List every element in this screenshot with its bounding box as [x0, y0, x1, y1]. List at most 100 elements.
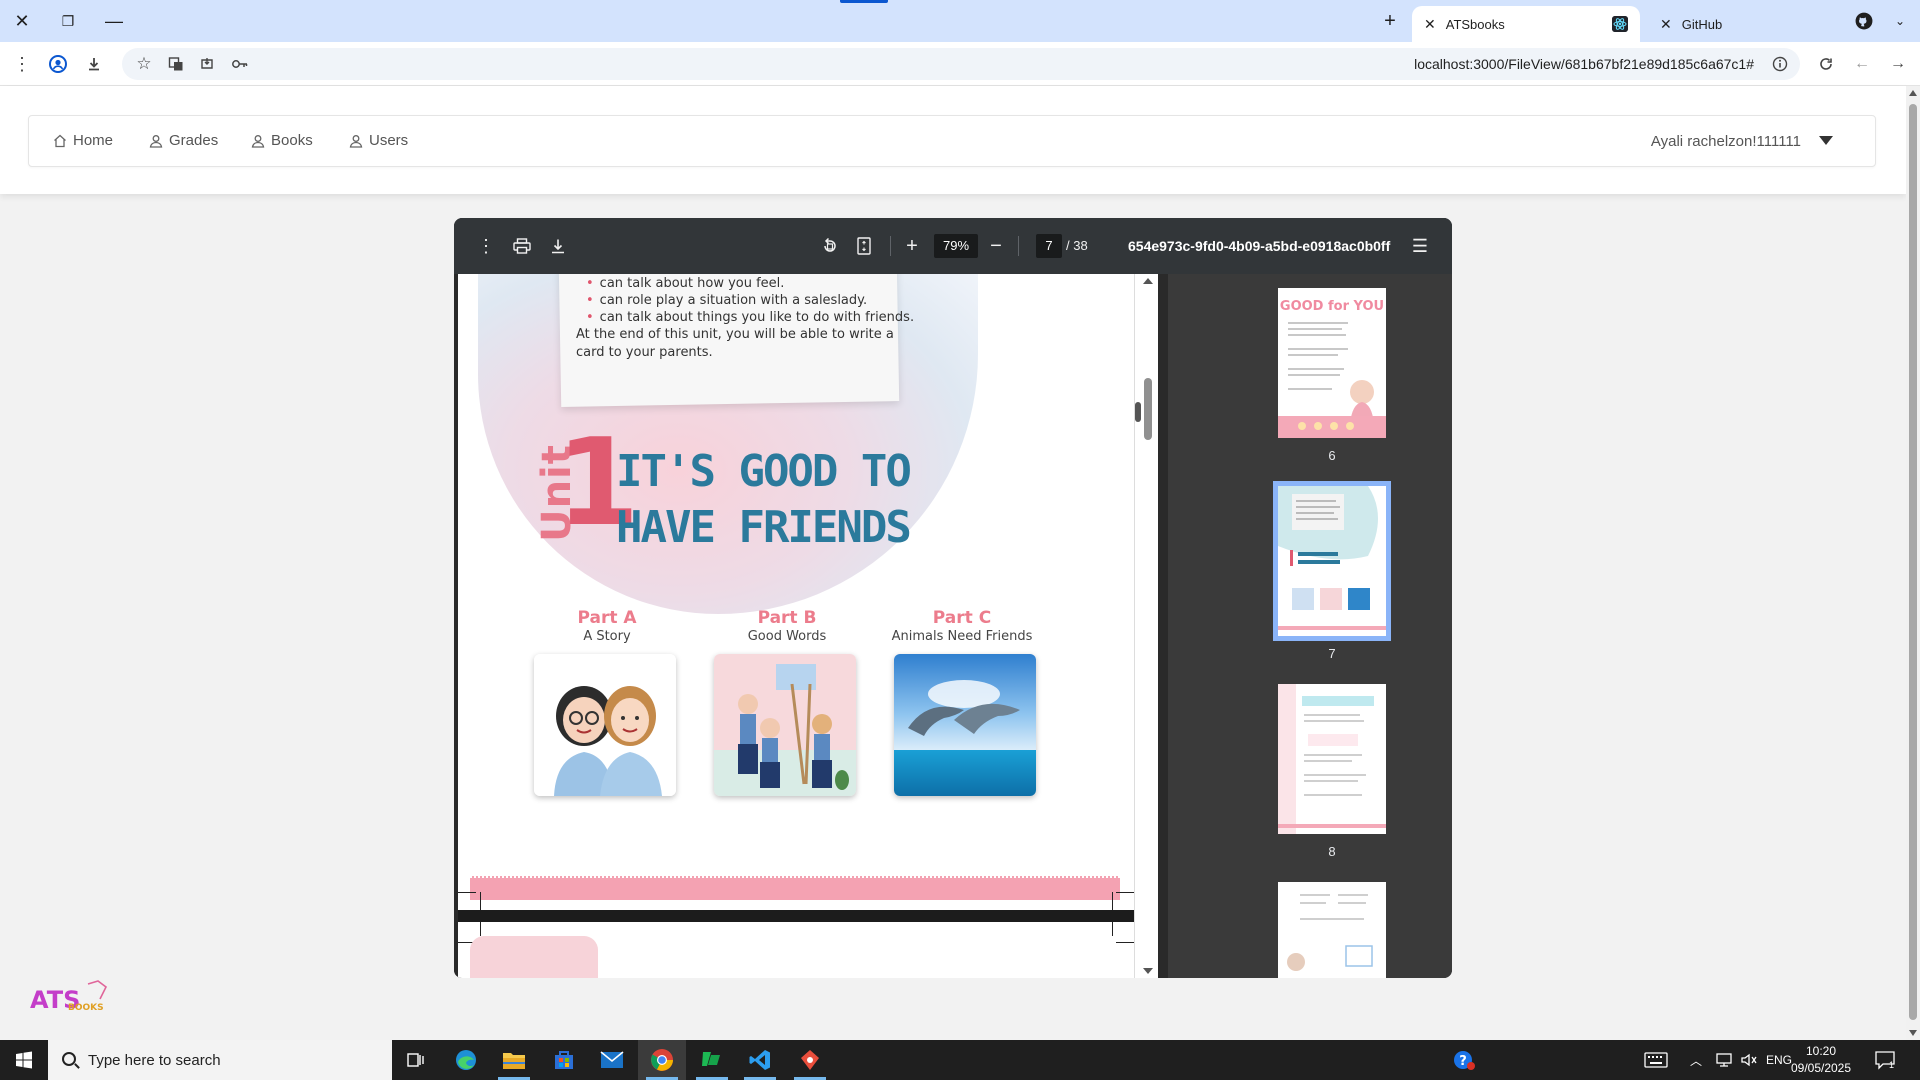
show-hidden-icons-chevron-icon[interactable]: ︿ [1690, 1040, 1702, 1080]
menu-kebab-icon[interactable]: ⋮ [8, 50, 36, 78]
terminal-app-icon[interactable] [688, 1040, 736, 1080]
forward-arrow-icon[interactable]: → [1884, 50, 1912, 78]
part-subtitle: Animals Need Friends [891, 629, 1033, 644]
nav-books[interactable]: Books [251, 132, 313, 149]
page-thumbnail[interactable] [1278, 684, 1386, 834]
part-c-heading: Part C Animals Need Friends [882, 608, 1042, 644]
vscode-icon[interactable] [736, 1040, 784, 1080]
doc-scroll-thumb-inner[interactable] [1135, 402, 1141, 422]
download-icon[interactable] [80, 50, 108, 78]
part-title: Part C [932, 608, 992, 628]
password-key-icon[interactable] [226, 50, 254, 78]
page-scrollbar[interactable] [1906, 86, 1920, 1040]
zoom-in-icon[interactable]: + [900, 234, 924, 258]
next-page-decoration [470, 936, 598, 978]
sidebar-toggle-icon[interactable]: ☰ [1408, 234, 1432, 258]
user-icon [149, 134, 163, 148]
profile-icon[interactable] [44, 50, 72, 78]
reload-icon[interactable] [1812, 50, 1840, 78]
fit-page-icon[interactable] [852, 234, 876, 258]
close-window-icon[interactable]: ✕ [8, 8, 36, 34]
user-name[interactable]: Ayali rachelzon!111111 [1651, 133, 1801, 150]
zoom-input[interactable]: 79% [934, 234, 978, 258]
chrome-icon[interactable] [638, 1040, 686, 1080]
taskbar-clock[interactable]: 10:20 09/05/2025 [1786, 1043, 1856, 1077]
edge-browser-icon[interactable] [442, 1040, 490, 1080]
pdf-page-next [458, 922, 1134, 978]
tab-atsbooks[interactable]: ✕ ATSbooks [1412, 6, 1640, 42]
tab-title: ATSbooks [1445, 16, 1505, 32]
notifications-icon[interactable]: 1 [1874, 1040, 1901, 1080]
keyboard-icon[interactable] [1632, 1040, 1680, 1080]
document-area[interactable]: • can talk about how you feel. • can role … [454, 274, 1134, 978]
address-bar[interactable]: ☆ localhost:3000/FileView/681b67bf21e89d… [122, 48, 1800, 80]
zoom-out-icon[interactable]: − [984, 234, 1008, 258]
windows-taskbar: Type here to search ? ︿ ENG 10:20 09/05/… [0, 1040, 1920, 1080]
doc-scroll-thumb[interactable] [1144, 378, 1152, 440]
github-icon[interactable] [1850, 8, 1878, 34]
more-options-icon[interactable]: ⋮ [474, 234, 498, 258]
minimize-window-icon[interactable]: — [100, 8, 128, 34]
taskbar-search-box[interactable]: Type here to search [48, 1040, 392, 1080]
close-tab-icon[interactable]: ✕ [1424, 16, 1436, 33]
clock-date: 09/05/2025 [1790, 1061, 1852, 1075]
document-title: 654e973c-9fd0-4b09-a5bd-e0918ac0b0ff [1128, 238, 1391, 254]
download-icon[interactable] [546, 234, 570, 258]
crop-mark [1116, 942, 1134, 943]
scroll-up-icon[interactable] [1143, 278, 1153, 284]
tab-search-chevron-icon[interactable]: ⌄ [1886, 8, 1914, 34]
crop-mark [458, 892, 476, 893]
windows-start-icon[interactable] [0, 1040, 48, 1080]
thumbnail-heading: GOOD for YOU [1280, 299, 1384, 314]
file-explorer-icon[interactable] [490, 1040, 538, 1080]
document-scrollbar[interactable] [1134, 274, 1158, 978]
part-subtitle: A Story [583, 629, 631, 644]
page-scroll-thumb[interactable] [1909, 104, 1917, 1020]
bookmark-star-icon[interactable]: ☆ [130, 50, 158, 78]
objective-bullet: • can talk about things you like to do wi… [586, 310, 915, 325]
mail-icon[interactable] [588, 1040, 636, 1080]
close-tab-icon[interactable]: ✕ [1660, 16, 1672, 33]
main-navbar: Home Grades Books Users Ayali rachelzon!… [28, 115, 1876, 167]
translate-icon[interactable] [162, 50, 190, 78]
nav-home[interactable]: Home [53, 132, 113, 149]
page-thumbnail-selected[interactable] [1273, 481, 1391, 641]
unit-goal-text: At the end of this unit, you will be abl… [576, 327, 894, 360]
page-thumbnail[interactable] [1278, 882, 1386, 978]
user-dropdown-caret-icon[interactable] [1819, 136, 1833, 145]
git-tool-icon[interactable] [786, 1040, 834, 1080]
thumbnail-number: 7 [1328, 646, 1336, 661]
install-app-icon[interactable] [194, 50, 222, 78]
task-view-icon[interactable] [392, 1040, 440, 1080]
print-icon[interactable] [510, 234, 534, 258]
nav-users[interactable]: Users [349, 132, 408, 149]
scroll-down-icon[interactable] [1143, 968, 1153, 974]
new-tab-button[interactable]: + [1378, 8, 1402, 34]
tab-github[interactable]: ✕ GitHub [1648, 6, 1848, 42]
site-info-icon[interactable] [1766, 50, 1794, 78]
rotate-icon[interactable] [818, 234, 842, 258]
volume-muted-icon[interactable] [1740, 1040, 1758, 1080]
microsoft-store-icon[interactable] [540, 1040, 588, 1080]
page-gap [458, 910, 1134, 922]
pdf-page: • can talk about how you feel. • can role … [458, 274, 1134, 910]
pdf-viewer: ⋮ + 79% − 7 / 38 654e973c-9fd0-4b09-a5bd… [454, 218, 1452, 978]
page-thumbnail[interactable]: GOOD for YOU [1278, 288, 1386, 438]
back-arrow-icon[interactable]: ← [1848, 50, 1876, 78]
pdf-toolbar: ⋮ + 79% − 7 / 38 654e973c-9fd0-4b09-a5bd… [454, 218, 1452, 274]
page-number-input[interactable]: 7 [1036, 234, 1062, 258]
nav-grades[interactable]: Grades [149, 132, 218, 149]
dolphins-photo [894, 654, 1036, 796]
thumbnail-sidebar: GOOD for YOU 6 7 8 [1168, 274, 1452, 978]
notification-count: 1 [1889, 1060, 1895, 1070]
scroll-down-icon[interactable] [1909, 1030, 1917, 1036]
toolbar-divider [1018, 236, 1019, 256]
scroll-up-icon[interactable] [1909, 90, 1917, 96]
help-icon[interactable]: ? [1440, 1040, 1488, 1080]
ats-books-logo[interactable]: ATS BOOKS [28, 980, 112, 1016]
crop-mark [480, 922, 481, 936]
network-icon[interactable] [1714, 1040, 1734, 1080]
app-header: Home Grades Books Users Ayali rachelzon!… [0, 86, 1906, 194]
thumbnail-number: 8 [1328, 844, 1336, 859]
restore-window-icon[interactable]: ❐ [54, 8, 82, 34]
